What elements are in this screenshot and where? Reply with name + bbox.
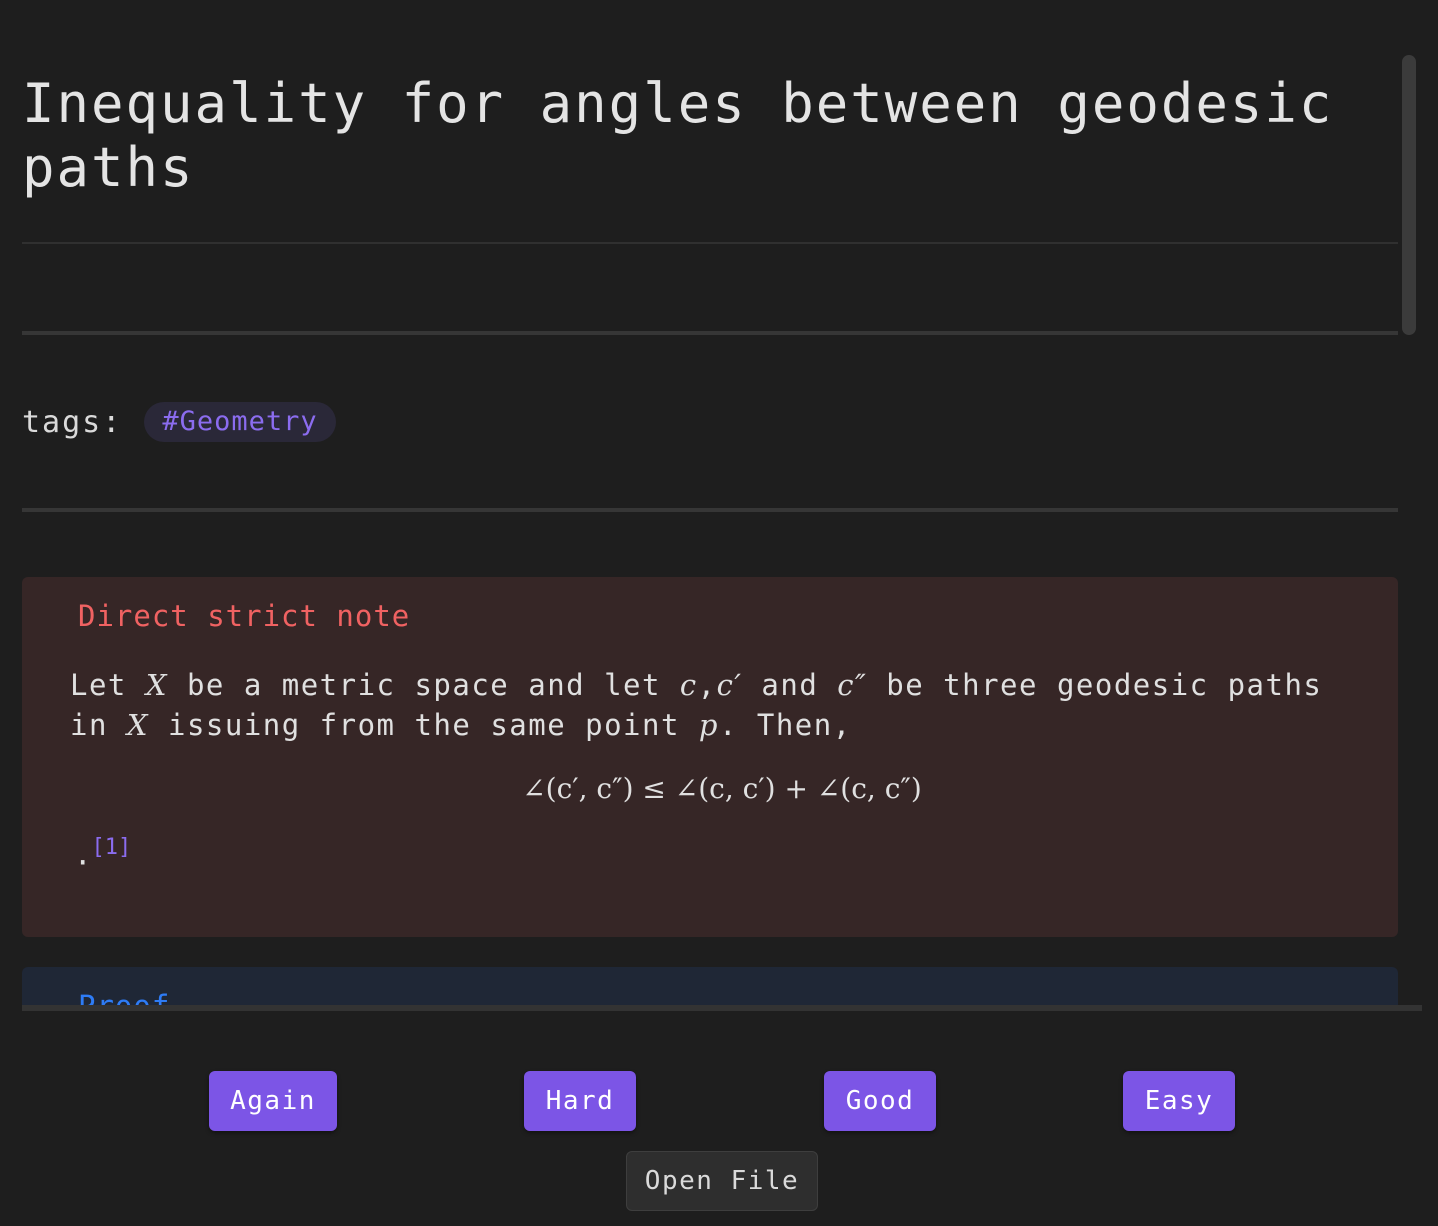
body-text: . Then, xyxy=(718,708,852,742)
callout-note: Direct strict note Let X be a metric spa… xyxy=(22,577,1398,937)
tags-row: tags: #Geometry xyxy=(22,400,336,444)
math-x: X xyxy=(145,668,168,702)
body-text: and xyxy=(742,668,838,702)
frontmatter-divider-bottom xyxy=(22,508,1398,512)
review-panel-separator xyxy=(22,1005,1422,1011)
footnote-line: .[1] xyxy=(74,835,131,872)
callout-title: Direct strict note xyxy=(78,599,411,633)
tags-label: tags: xyxy=(22,404,123,440)
math-c: c xyxy=(679,668,698,702)
body-text: issuing from the same point xyxy=(149,708,699,742)
callout-proof[interactable]: Proof xyxy=(22,967,1398,1006)
open-file-button[interactable]: Open File xyxy=(626,1151,818,1211)
again-button[interactable]: Again xyxy=(209,1071,337,1131)
math-c-double-prime: c″ xyxy=(837,668,868,702)
hard-button[interactable]: Hard xyxy=(524,1071,636,1131)
footnote-link[interactable]: [1] xyxy=(91,835,131,860)
proof-callout-title: Proof xyxy=(78,989,171,1006)
math-c-prime: c′ xyxy=(716,668,743,702)
display-equation: ∠(c′, c″) ≤ ∠(c, c′) + ∠(c, c″) xyxy=(522,772,922,805)
scrollbar-thumb[interactable] xyxy=(1402,55,1416,335)
title-underline xyxy=(22,242,1398,244)
body-text: be a metric space and let xyxy=(168,668,680,702)
math-p: p xyxy=(698,708,719,742)
trailing-period: . xyxy=(74,837,92,872)
body-text: Let xyxy=(70,668,146,702)
page-title: Inequality for angles between geodesic p… xyxy=(22,72,1334,199)
frontmatter-divider-top xyxy=(22,331,1398,335)
callout-body: Let X be a metric space and let c,c′ and… xyxy=(70,665,1370,745)
tag-geometry[interactable]: #Geometry xyxy=(144,402,336,442)
body-text: , xyxy=(697,668,717,702)
easy-button[interactable]: Easy xyxy=(1123,1071,1235,1131)
note-content: Inequality for angles between geodesic p… xyxy=(22,0,1398,1006)
good-button[interactable]: Good xyxy=(824,1071,936,1131)
math-x: X xyxy=(126,708,150,742)
